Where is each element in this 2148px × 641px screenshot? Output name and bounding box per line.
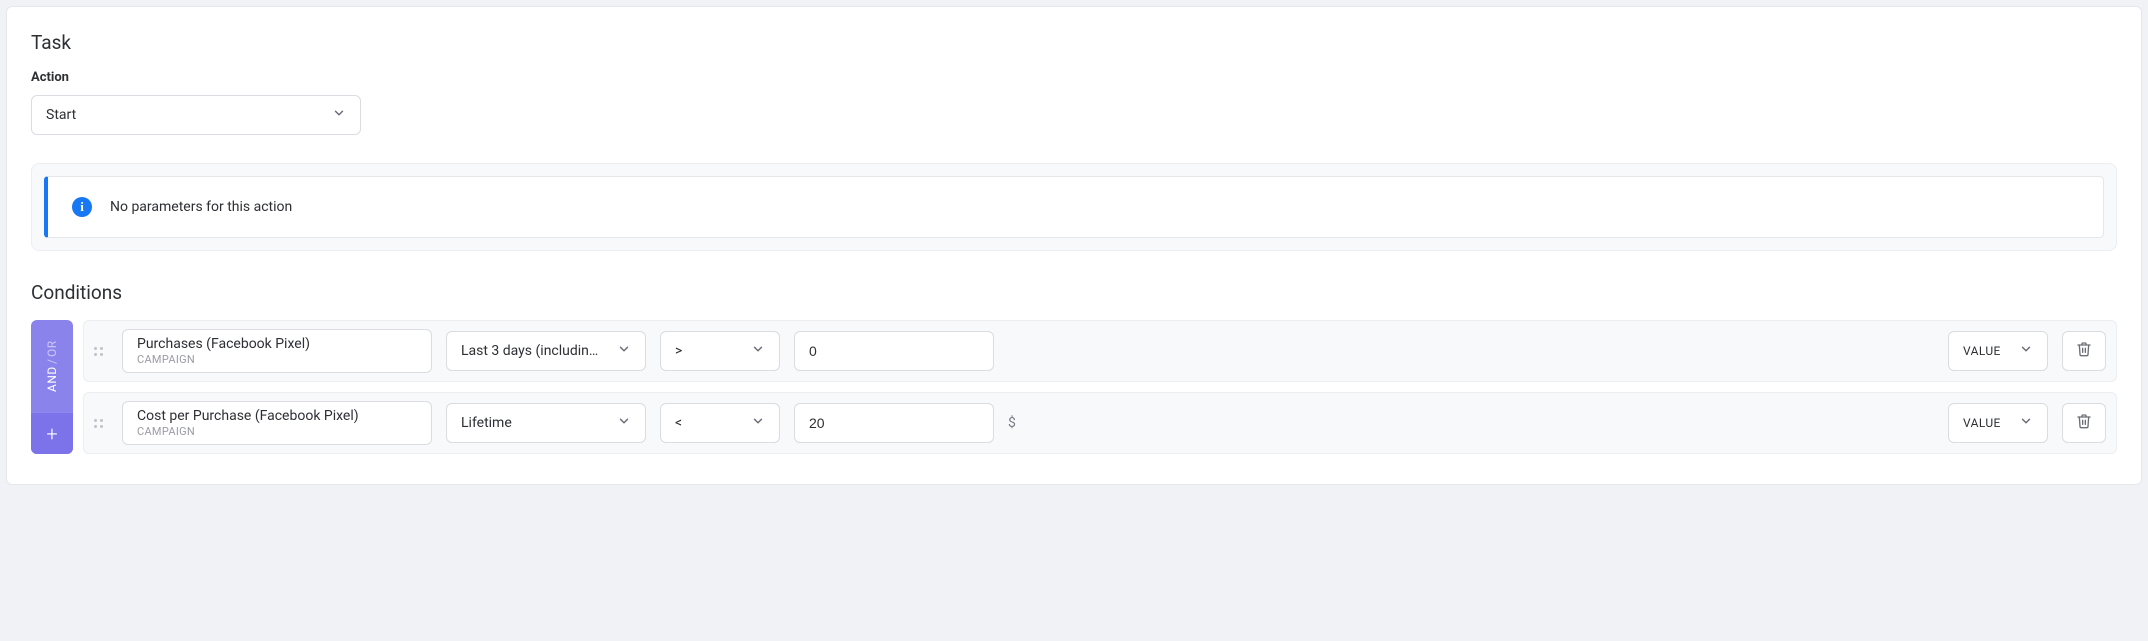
condition-row: Purchases (Facebook Pixel) CAMPAIGN Last… [83, 320, 2117, 382]
task-card: Task Action Start i No parameters for th… [6, 6, 2142, 485]
metric-name: Cost per Purchase (Facebook Pixel) [137, 408, 417, 425]
info-box: i No parameters for this action [44, 176, 2104, 238]
action-select-value: Start [46, 107, 76, 123]
action-field-label: Action [31, 70, 2117, 85]
and-label: AND [45, 366, 59, 392]
metric-level: CAMPAIGN [137, 425, 417, 438]
info-icon: i [72, 197, 92, 217]
and-or-toggle[interactable]: AND / OR [31, 320, 73, 412]
conditions-rows: Purchases (Facebook Pixel) CAMPAIGN Last… [83, 320, 2117, 454]
plus-icon: + [46, 422, 57, 446]
period-select[interactable]: Lifetime [446, 403, 646, 443]
metric-name: Purchases (Facebook Pixel) [137, 336, 417, 353]
delete-condition-button[interactable] [2062, 331, 2106, 371]
drag-handle-icon[interactable] [94, 347, 108, 356]
conditions-section-title: Conditions [31, 281, 2117, 304]
conditions-sidebar: AND / OR + [31, 320, 73, 454]
condition-row: Cost per Purchase (Facebook Pixel) CAMPA… [83, 392, 2117, 454]
trash-icon [2076, 413, 2092, 433]
chevron-down-icon [751, 342, 765, 360]
add-condition-button[interactable]: + [31, 412, 73, 454]
action-select[interactable]: Start [31, 95, 361, 135]
delete-condition-button[interactable] [2062, 403, 2106, 443]
drag-handle-icon[interactable] [94, 419, 108, 428]
value-input[interactable] [794, 403, 994, 443]
value-type-label: VALUE [1963, 344, 2001, 358]
operator-select[interactable]: > [660, 331, 780, 371]
metric-level: CAMPAIGN [137, 353, 417, 366]
period-value: Last 3 days (includin… [461, 343, 598, 359]
task-section-title: Task [31, 31, 2117, 54]
info-message: No parameters for this action [110, 199, 292, 215]
value-type-select[interactable]: VALUE [1948, 403, 2048, 443]
period-select[interactable]: Last 3 days (includin… [446, 331, 646, 371]
trash-icon [2076, 341, 2092, 361]
value-input[interactable] [794, 331, 994, 371]
operator-select[interactable]: < [660, 403, 780, 443]
metric-select[interactable]: Purchases (Facebook Pixel) CAMPAIGN [122, 329, 432, 373]
info-panel: i No parameters for this action [31, 163, 2117, 251]
chevron-down-icon [617, 414, 631, 432]
chevron-down-icon [617, 342, 631, 360]
chevron-down-icon [2019, 414, 2033, 432]
period-value: Lifetime [461, 415, 512, 431]
chevron-down-icon [2019, 342, 2033, 360]
value-type-label: VALUE [1963, 416, 2001, 430]
operator-value: > [675, 343, 682, 359]
unit-label: $ [1008, 415, 1024, 431]
value-type-select[interactable]: VALUE [1948, 331, 2048, 371]
operator-value: < [675, 415, 682, 431]
chevron-down-icon [751, 414, 765, 432]
or-label: OR [45, 340, 59, 357]
conditions-container: AND / OR + Purchases (Facebook Pixel) CA… [31, 320, 2117, 454]
metric-select[interactable]: Cost per Purchase (Facebook Pixel) CAMPA… [122, 401, 432, 445]
chevron-down-icon [332, 106, 346, 124]
